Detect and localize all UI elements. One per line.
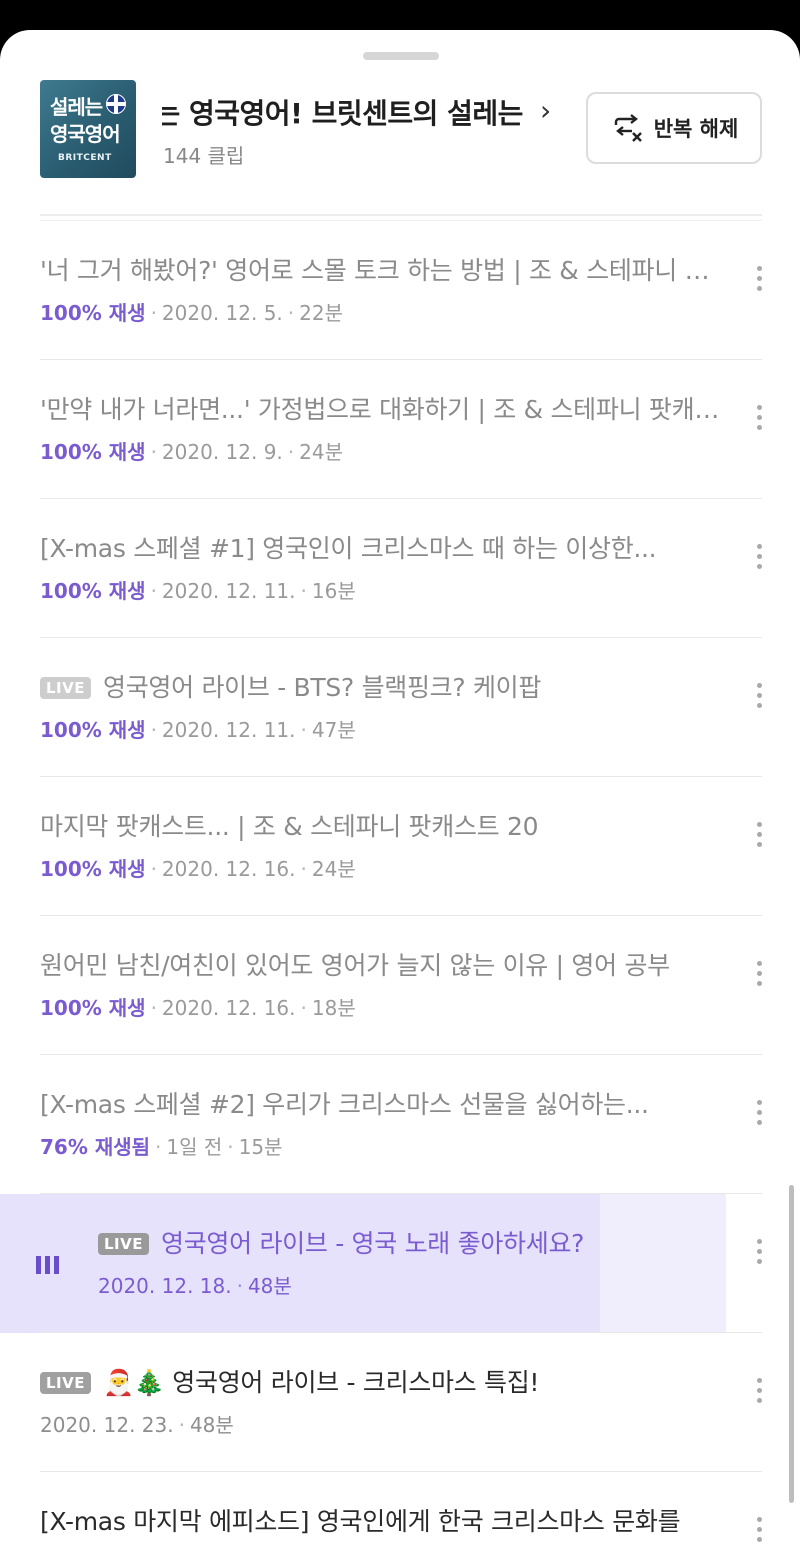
episode-progress: 100% 재생 xyxy=(40,440,146,464)
live-badge: LIVE xyxy=(40,677,91,699)
playlist-header: 설레는 영국영어 BRITCENT 설레는 영국영어! 브릿센트의 설레는 › … xyxy=(0,78,800,208)
episode-duration: 22분 xyxy=(299,301,343,325)
playback-progress-fill xyxy=(0,1194,600,1333)
repeat-off-label: 반복 해제 xyxy=(653,117,739,141)
episode-row[interactable]: LIVE 🎅🎄 영국영어 라이브 - 크리스마스 특집! 2020. 12. 23… xyxy=(0,1333,800,1472)
scrollbar[interactable] xyxy=(789,1185,794,1503)
episode-meta: 2020. 12. 18. · 48분 xyxy=(98,1274,292,1298)
episode-date: 1일 전 xyxy=(166,1135,223,1159)
episode-meta: 100% 재생 · 2020. 12. 11. · 16분 xyxy=(40,579,356,603)
episode-row[interactable]: [X-mas 스페셜 #2] 우리가 크리스마스 선물을 싫어하는... 76%… xyxy=(0,1055,800,1194)
episode-duration: 47분 xyxy=(311,718,356,742)
episode-date: 2020. 12. 11. xyxy=(161,579,296,603)
episode-title-wrap: LIVE 🎅🎄 영국영어 라이브 - 크리스마스 특집! xyxy=(40,1363,730,1399)
episode-row[interactable]: [X-mas 스페셜 #1] 영국인이 크리스마스 때 하는 이상한... 10… xyxy=(0,499,800,638)
episode-duration: 15분 xyxy=(238,1135,283,1159)
episode-title: '만약 내가 너라면...' 가정법으로 대화하기 | 조 & 스테파니 팟캐스… xyxy=(40,395,730,424)
episode-date: 2020. 12. 5. xyxy=(161,301,283,325)
playlist-title-marquee[interactable]: 설레는 영국영어! 브릿센트의 설레는 xyxy=(162,92,557,134)
repeat-off-button[interactable]: 반복 해제 xyxy=(586,92,762,164)
episode-title: 영국영어 라이브 - 영국 노래 좋아하세요? xyxy=(161,1229,585,1258)
episode-date: 2020. 12. 16. xyxy=(161,857,296,881)
episode-progress: 76% 재생됨 xyxy=(40,1135,151,1159)
chevron-right-icon[interactable]: › xyxy=(540,94,551,127)
live-badge: LIVE xyxy=(98,1233,149,1255)
live-badge: LIVE xyxy=(40,1372,91,1394)
episode-title: '너 그거 해봤어?' 영어로 스몰 토크 하는 방법 | 조 & 스테파니 팟… xyxy=(40,256,730,285)
episode-meta: 100% 재생 · 2020. 12. 9. · 24분 xyxy=(40,440,343,464)
episode-title: [X-mas 마지막 에피소드] 영국인에게 한국 크리스마스 문화를 xyxy=(40,1507,681,1536)
episode-row[interactable]: 마지막 팟캐스트... | 조 & 스테파니 팟캐스트 20 100% 재생 · 2… xyxy=(0,777,800,916)
more-options-icon[interactable] xyxy=(748,1373,770,1413)
more-options-icon[interactable] xyxy=(748,956,770,996)
episode-title: 원어민 남친/여친이 있어도 영어가 늘지 않는 이유 | 영어 공부 xyxy=(40,951,670,980)
more-options-icon[interactable] xyxy=(748,1512,770,1552)
episode-progress: 100% 재생 xyxy=(40,301,146,325)
episode-duration: 24분 xyxy=(299,440,343,464)
episode-title: 🎅🎄 영국영어 라이브 - 크리스마스 특집! xyxy=(103,1368,540,1397)
episode-progress: 100% 재생 xyxy=(40,857,146,881)
episode-row[interactable]: 원어민 남친/여친이 있어도 영어가 늘지 않는 이유 | 영어 공부 100%… xyxy=(0,916,800,1055)
episode-duration: 24분 xyxy=(311,857,356,881)
episode-meta: 100% 재생 · 2020. 12. 5. · 22분 xyxy=(40,301,343,325)
episode-row[interactable]: LIVE 영국영어 라이브 - BTS? 블랙핑크? 케이팝 100% 재생 · 20… xyxy=(0,638,800,777)
more-options-icon[interactable] xyxy=(748,817,770,857)
more-options-icon[interactable] xyxy=(748,1234,770,1274)
playlist-title: 설레는 영국영어! 브릿센트의 설레는 xyxy=(162,97,523,130)
episode-progress: 100% 재생 xyxy=(40,996,146,1020)
episode-duration: 18분 xyxy=(311,996,356,1020)
episode-meta: 2020. 12. 23. · 48분 xyxy=(40,1413,234,1437)
episode-duration: 16분 xyxy=(311,579,356,603)
thumb-line1: 설레는 xyxy=(50,95,103,119)
more-options-icon[interactable] xyxy=(748,1095,770,1135)
more-options-icon[interactable] xyxy=(748,678,770,718)
episode-row-now-playing[interactable]: LIVE 영국영어 라이브 - 영국 노래 좋아하세요? 2020. 12. 18… xyxy=(0,1194,800,1333)
more-options-icon[interactable] xyxy=(748,400,770,440)
episode-duration: 48분 xyxy=(247,1274,292,1298)
playlist-thumbnail[interactable]: 설레는 영국영어 BRITCENT xyxy=(40,80,136,178)
more-options-icon[interactable] xyxy=(748,261,770,301)
episode-meta: 100% 재생 · 2020. 12. 16. · 24분 xyxy=(40,857,356,881)
episode-row[interactable]: [X-mas 마지막 에피소드] 영국인에게 한국 크리스마스 문화를 xyxy=(0,1472,800,1553)
episode-duration: 48분 xyxy=(189,1413,234,1437)
thumb-line2: 영국영어 xyxy=(50,122,121,146)
episode-title: 마지막 팟캐스트... | 조 & 스테파니 팟캐스트 20 xyxy=(40,812,539,841)
episode-title: [X-mas 스페셜 #1] 영국인이 크리스마스 때 하는 이상한... xyxy=(40,534,657,563)
episode-progress: 100% 재생 xyxy=(40,718,146,742)
episode-row[interactable]: '만약 내가 너라면...' 가정법으로 대화하기 | 조 & 스테파니 팟캐스… xyxy=(0,360,800,499)
episode-meta: 100% 재생 · 2020. 12. 16. · 18분 xyxy=(40,996,356,1020)
sheet-grabber[interactable] xyxy=(363,52,439,60)
now-playing-equalizer-icon xyxy=(36,1256,62,1274)
episode-progress: 100% 재생 xyxy=(40,579,146,603)
uk-flag-icon xyxy=(106,94,126,114)
episode-title: [X-mas 스페셜 #2] 우리가 크리스마스 선물을 싫어하는... xyxy=(40,1090,649,1119)
episode-date: 2020. 12. 23. xyxy=(40,1413,174,1437)
episode-date: 2020. 12. 11. xyxy=(161,718,296,742)
episode-date: 2020. 12. 9. xyxy=(161,440,283,464)
playlist-sheet: 설레는 영국영어 BRITCENT 설레는 영국영어! 브릿센트의 설레는 › … xyxy=(0,30,800,1553)
episode-title-wrap: LIVE 영국영어 라이브 - 영국 노래 좋아하세요? xyxy=(98,1224,788,1260)
episode-meta: 76% 재생됨 · 1일 전 · 15분 xyxy=(40,1135,283,1159)
thumb-brand: BRITCENT xyxy=(58,153,112,163)
more-options-icon[interactable] xyxy=(748,539,770,579)
episode-title-wrap: LIVE 영국영어 라이브 - BTS? 블랙핑크? 케이팝 xyxy=(40,668,730,704)
clip-count: 144 클립 xyxy=(163,144,245,168)
episode-date: 2020. 12. 18. xyxy=(98,1274,232,1298)
repeat-off-icon xyxy=(614,114,642,142)
episode-meta: 100% 재생 · 2020. 12. 11. · 47분 xyxy=(40,718,356,742)
episode-date: 2020. 12. 16. xyxy=(161,996,296,1020)
episode-title: 영국영어 라이브 - BTS? 블랙핑크? 케이팝 xyxy=(103,673,542,702)
episode-row[interactable]: '너 그거 해봤어?' 영어로 스몰 토크 하는 방법 | 조 & 스테파니 팟… xyxy=(0,221,800,360)
divider xyxy=(40,214,762,216)
